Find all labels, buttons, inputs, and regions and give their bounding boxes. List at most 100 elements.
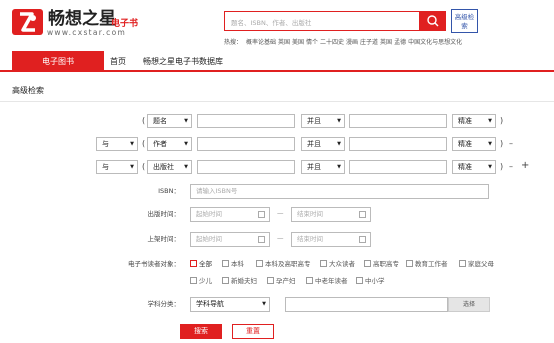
exact-select-3-value: 精准	[458, 163, 472, 171]
remove-row-button[interactable]: –	[509, 137, 513, 151]
date-separator: —	[277, 209, 284, 217]
field-select-3[interactable]: 出版社 ▼	[147, 160, 192, 174]
match-select-3[interactable]: 并且 ▼	[301, 160, 345, 174]
paren-close: )	[500, 162, 504, 171]
calendar-icon	[359, 236, 366, 243]
reader-checkbox[interactable]: 本科及高职高专	[256, 259, 311, 269]
nav-tab-ebooks[interactable]: 电子图书	[12, 51, 104, 72]
op-select-2[interactable]: 与 ▼	[96, 137, 138, 151]
field-select-1-value: 题名	[153, 117, 167, 125]
reader-option-label: 本科及高职高专	[265, 260, 311, 268]
keyword-input-1b[interactable]	[349, 114, 447, 128]
hot-search-word[interactable]: 美国	[292, 39, 304, 46]
subject-input[interactable]	[285, 297, 448, 312]
nav-tab-home[interactable]: 首页	[110, 51, 126, 72]
keyword-input-2[interactable]	[197, 137, 295, 151]
isbn-input[interactable]: 请输入ISBN号	[190, 184, 489, 199]
exact-select-1-value: 精准	[458, 117, 472, 125]
hot-search-word[interactable]: 英国	[380, 39, 392, 46]
field-select-3-value: 出版社	[153, 163, 174, 171]
exact-select-1[interactable]: 精准 ▼	[452, 114, 496, 128]
match-select-1-value: 并且	[307, 117, 321, 125]
reader-checkbox[interactable]: 少儿	[190, 276, 212, 286]
reader-checkbox[interactable]: 孕产妇	[267, 276, 296, 286]
reset-button[interactable]: 重置	[232, 324, 274, 339]
hot-search-word[interactable]: 漫画	[346, 39, 358, 46]
match-select-3-value: 并且	[307, 163, 321, 171]
keyword-input-3[interactable]	[197, 160, 295, 174]
advanced-search-link[interactable]: 高级检索	[451, 9, 478, 33]
keyword-input-3b[interactable]	[349, 160, 447, 174]
shelf-time-label: 上架时间：	[147, 235, 181, 243]
search-icon	[427, 15, 439, 27]
hot-search-word[interactable]: 概率论基础	[246, 39, 276, 46]
search-input[interactable]: 题名、ISBN、作者、出版社	[224, 11, 420, 31]
shelf-time-end[interactable]: 结束时间	[291, 232, 371, 247]
pub-time-label: 出版时间：	[147, 210, 181, 218]
op-select-3-value: 与	[102, 163, 109, 171]
chevron-down-icon: ▼	[337, 164, 341, 170]
reader-checkbox[interactable]: 中小学	[356, 276, 385, 286]
field-select-2-value: 作者	[153, 140, 167, 148]
hot-search-word[interactable]: 情个	[306, 39, 318, 46]
subject-choose-button[interactable]: 选择	[448, 297, 490, 312]
calendar-icon	[359, 211, 366, 218]
reader-checkbox[interactable]: 高职高专	[364, 259, 399, 269]
chevron-down-icon: ▼	[337, 118, 341, 124]
nav-tab-database[interactable]: 畅想之星电子书数据库	[143, 51, 223, 72]
add-row-button[interactable]: +	[521, 159, 529, 173]
keyword-input-2b[interactable]	[349, 137, 447, 151]
hot-search-word[interactable]: 英国	[278, 39, 290, 46]
hot-search-list: 热搜： 概率论基础 英国 美国 情个 二十四史 漫画 庄子道 英国 孟德 中国文化与思想文化	[224, 37, 464, 46]
reader-checkbox[interactable]: 本科	[222, 259, 244, 269]
chevron-down-icon: ▼	[184, 164, 188, 170]
reader-checkbox-all[interactable]: 全部	[190, 259, 212, 269]
reader-option-label: 家庭父母	[468, 260, 494, 268]
op-select-2-value: 与	[102, 140, 109, 148]
pub-time-end[interactable]: 结束时间	[291, 207, 371, 222]
keyword-input-1[interactable]	[197, 114, 295, 128]
reader-checkbox[interactable]: 大众读者	[320, 259, 355, 269]
chevron-down-icon: ▼	[337, 141, 341, 147]
subject-select[interactable]: 学科导航 ▼	[190, 297, 270, 312]
pub-time-start-value: 起始时间	[196, 210, 222, 218]
op-select-3[interactable]: 与 ▼	[96, 160, 138, 174]
reader-option-label: 孕产妇	[276, 277, 296, 285]
hot-search-word[interactable]: 中国文化与思想文化	[408, 39, 462, 46]
brand-url: www.cxstar.com	[47, 28, 127, 37]
search-button[interactable]	[420, 11, 446, 31]
panel-title: 高级检索	[12, 86, 44, 95]
reader-label: 电子书读者对象：	[128, 260, 180, 268]
match-select-1[interactable]: 并且 ▼	[301, 114, 345, 128]
calendar-icon	[258, 236, 265, 243]
checkbox-icon	[190, 260, 197, 267]
reader-option-label: 中小学	[365, 277, 385, 285]
shelf-time-start[interactable]: 起始时间	[190, 232, 270, 247]
hot-search-word[interactable]: 庄子道	[360, 39, 378, 46]
reader-checkbox[interactable]: 家庭父母	[459, 259, 494, 269]
exact-select-2[interactable]: 精准 ▼	[452, 137, 496, 151]
reader-option-label: 少儿	[199, 277, 212, 285]
match-select-2[interactable]: 并且 ▼	[301, 137, 345, 151]
shelf-time-start-value: 起始时间	[196, 235, 222, 243]
chevron-down-icon: ▼	[488, 118, 492, 124]
reader-option-label: 全部	[199, 260, 212, 268]
paren-open: (	[142, 116, 146, 125]
isbn-label: ISBN：	[158, 187, 180, 195]
chevron-down-icon: ▼	[488, 141, 492, 147]
reader-checkbox[interactable]: 教育工作者	[406, 259, 448, 269]
hot-search-word[interactable]: 二十四史	[320, 39, 344, 46]
hot-search-word[interactable]: 孟德	[394, 39, 406, 46]
field-select-2[interactable]: 作者 ▼	[147, 137, 192, 151]
field-select-1[interactable]: 题名 ▼	[147, 114, 192, 128]
reader-checkbox[interactable]: 中老年读者	[306, 276, 348, 286]
pub-time-start[interactable]: 起始时间	[190, 207, 270, 222]
exact-select-3[interactable]: 精准 ▼	[452, 160, 496, 174]
subject-label: 学科分类：	[147, 300, 181, 308]
search-submit-button[interactable]: 搜索	[180, 324, 222, 339]
calendar-icon	[258, 211, 265, 218]
reader-checkbox[interactable]: 新婚夫妇	[222, 276, 257, 286]
remove-row-button[interactable]: –	[509, 160, 513, 174]
checkbox-icon	[256, 260, 263, 267]
reader-option-label: 本科	[231, 260, 244, 268]
